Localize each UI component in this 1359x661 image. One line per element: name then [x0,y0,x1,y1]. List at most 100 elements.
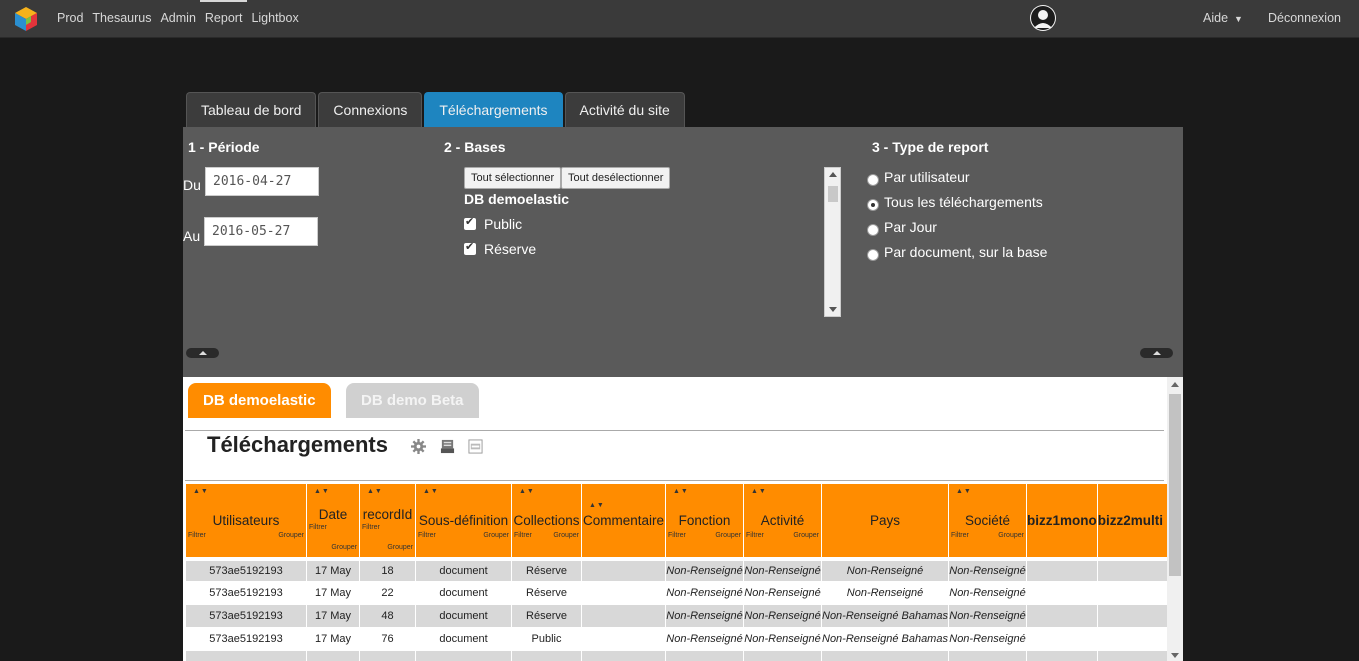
scroll-thumb[interactable] [828,186,838,202]
group-link[interactable]: Grouper [278,532,304,539]
group-link[interactable]: Grouper [387,544,413,551]
to-date-input[interactable] [204,217,318,246]
help-menu[interactable]: Aide ▼ [1203,0,1243,38]
column-header[interactable]: ▲▼ Activité Filtrer Grouper [743,483,822,559]
table-cell: Non-Renseigné Bahamas [821,627,949,651]
radio-label-par-utilisateur: Par utilisateur [884,169,970,185]
sort-arrows-icon[interactable]: ▲▼ [314,488,330,495]
radio-par-jour[interactable] [867,224,879,236]
scroll-thumb[interactable] [1169,394,1181,576]
filter-link[interactable]: Filtrer [309,524,327,531]
sort-arrows-icon[interactable]: ▲▼ [673,488,689,495]
deselect-all-button[interactable]: Tout desélectionner [561,167,671,189]
column-header[interactable]: ▲▼ Fonction Filtrer Grouper [665,483,744,559]
column-header[interactable]: ▲▼ recordId Filtrer Grouper [359,483,416,559]
table-cell: document [415,581,512,605]
group-link[interactable]: Grouper [793,532,819,539]
results-scrollbar[interactable] [1167,377,1183,661]
bases-scrollbar[interactable] [824,167,841,317]
tab-connections[interactable]: Connexions [318,92,423,127]
column-header[interactable]: ▲▼ Collections Filtrer Grouper [511,483,582,559]
column-header[interactable]: Pays [821,483,949,559]
from-date-input[interactable] [205,167,319,196]
tab-site-activity[interactable]: Activité du site [564,92,685,127]
tab-downloads[interactable]: Téléchargements [424,92,563,127]
filter-link[interactable]: Filtrer [668,532,686,539]
table-cell [1096,604,1168,628]
nav-item-prod[interactable]: Prod [57,0,83,38]
table-cell: 17 May [306,627,360,651]
table-cell [947,650,1027,661]
gear-icon[interactable] [411,439,426,454]
filter-link[interactable]: Filtrer [951,532,969,539]
sort-arrows-icon[interactable]: ▲▼ [423,488,439,495]
user-avatar[interactable] [1030,5,1056,31]
db-name-label: DB demoelastic [464,191,570,207]
group-link[interactable]: Grouper [553,532,579,539]
tab-dashboard[interactable]: Tableau de bord [186,92,317,127]
nav-item-thesaurus[interactable]: Thesaurus [92,0,151,38]
group-link[interactable]: Grouper [331,544,357,551]
column-header[interactable]: bizz2multi [1096,483,1168,559]
collapse-right-button[interactable] [1140,348,1173,358]
group-link[interactable]: Grouper [998,532,1024,539]
group-link[interactable]: Grouper [483,532,509,539]
table-cell [1025,627,1098,651]
scroll-down-icon[interactable] [1171,653,1179,658]
db-tab-demo-beta[interactable]: DB demo Beta [346,383,479,418]
column-header[interactable]: ▲▼ Utilisateurs Filtrer Grouper [185,483,307,559]
table-cell: 18 [359,556,416,582]
sort-arrows-icon[interactable]: ▲▼ [519,488,535,495]
table-cell: Réserve [511,604,582,628]
divider [185,430,1164,431]
filter-link[interactable]: Filtrer [362,524,380,531]
group-link[interactable]: Grouper [715,532,741,539]
nav-item-report[interactable]: Report [199,0,247,38]
results-panel: DB demoelastic DB demo Beta Téléchargeme… [183,377,1183,661]
sort-arrows-icon[interactable]: ▲▼ [751,488,767,495]
filter-link[interactable]: Filtrer [418,532,436,539]
scroll-up-icon[interactable] [829,172,837,177]
table-cell: 17 May [306,604,360,628]
phraseanet-logo-icon[interactable] [14,6,38,32]
select-all-button[interactable]: Tout sélectionner [464,167,562,189]
table-cell [1096,627,1168,651]
column-header[interactable]: ▲▼ Sous-définition Filtrer Grouper [415,483,512,559]
table-cell [415,650,512,661]
to-label: Au [183,228,201,244]
sort-arrows-icon[interactable]: ▲▼ [956,488,972,495]
radio-par-document[interactable] [867,249,879,261]
table-cell: 76 [359,627,416,651]
nav-item-admin[interactable]: Admin [160,0,195,38]
table-cell [743,650,822,661]
table-cell [1025,581,1098,605]
filter-link[interactable]: Filtrer [188,532,206,539]
sort-arrows-icon[interactable]: ▲▼ [367,488,383,495]
reserve-checkbox[interactable] [464,240,476,255]
table-cell: 22 [359,581,416,605]
column-header[interactable]: ▲▼ Commentaire [581,483,666,559]
radio-label-tous-telechargements: Tous les téléchargements [884,194,1043,210]
radio-par-utilisateur[interactable] [867,174,879,186]
column-header[interactable]: ▲▼ Société Filtrer Grouper [947,483,1027,559]
db-tab-demoelastic[interactable]: DB demoelastic [188,383,331,418]
table-row: 573ae5192193 17 May 18 document Réserve Non-R… [185,556,1168,582]
print-icon[interactable] [440,439,455,454]
table-cell [1025,650,1098,661]
table-cell: Public [511,627,582,651]
radio-tous-telechargements[interactable] [867,199,879,211]
column-header[interactable]: ▲▼ Date Filtrer Grouper [306,483,360,559]
collapse-left-button[interactable] [186,348,219,358]
column-header[interactable]: bizz1mono [1025,483,1098,559]
scroll-down-icon[interactable] [829,307,837,312]
filter-link[interactable]: Filtrer [514,532,532,539]
csv-export-icon[interactable] [468,439,483,454]
scroll-up-icon[interactable] [1171,382,1179,387]
sort-arrows-icon[interactable]: ▲▼ [589,502,605,509]
sort-arrows-icon[interactable]: ▲▼ [193,488,209,495]
filter-link[interactable]: Filtrer [746,532,764,539]
nav-item-lightbox[interactable]: Lightbox [251,0,298,38]
table-row: 573ae5192193 17 May 48 document Réserve Non-R… [185,604,1168,628]
logout-link[interactable]: Déconnexion [1268,0,1341,37]
public-checkbox[interactable] [464,215,476,230]
